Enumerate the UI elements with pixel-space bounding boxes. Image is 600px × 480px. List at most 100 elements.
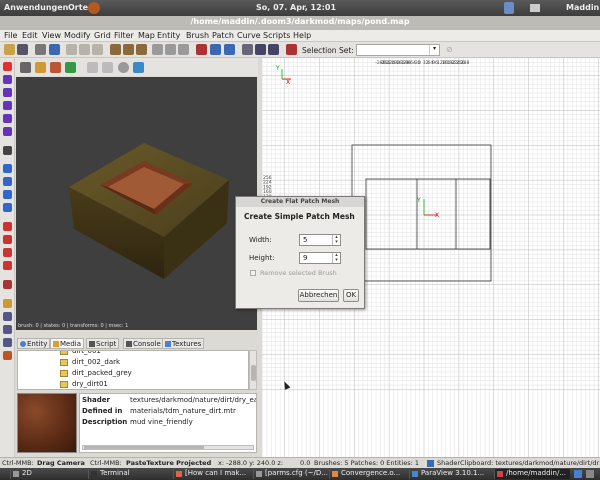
tab-textures[interactable]: Textures — [162, 338, 205, 349]
render-lighting-icon[interactable] — [65, 62, 76, 73]
tool-icon-16[interactable] — [3, 280, 12, 289]
tool-icon-17[interactable] — [3, 299, 12, 308]
tool-icon-13[interactable] — [3, 235, 12, 244]
select-touching-icon[interactable] — [224, 44, 235, 55]
menu-grid[interactable]: Grid — [94, 31, 111, 40]
trash-icon[interactable] — [586, 470, 594, 478]
stop-icon[interactable] — [102, 62, 113, 73]
dialog-title[interactable]: Create Flat Patch Mesh — [236, 197, 364, 207]
tool-icon-20[interactable] — [3, 338, 12, 347]
task-browser[interactable]: [How can I mak... — [173, 469, 253, 479]
cubic-clip-icon[interactable] — [133, 62, 144, 73]
drag-mode-icon[interactable] — [242, 44, 253, 55]
tab-entity[interactable]: Entity — [17, 338, 51, 349]
workspace-icon[interactable] — [574, 470, 582, 478]
far-clip-icon[interactable] — [118, 62, 129, 73]
tool-icon-4[interactable] — [3, 101, 12, 110]
camera-view[interactable]: brush: 0 | states: 0 | transforms: 0 | m… — [16, 77, 257, 330]
info-scroll-thumb[interactable] — [84, 446, 204, 449]
list-item[interactable]: dirt_001 — [60, 351, 101, 357]
clipper-icon[interactable] — [196, 44, 207, 55]
menu-filter[interactable]: Filter — [114, 31, 134, 40]
tool-icon-9[interactable] — [3, 177, 12, 186]
applications-menu[interactable]: Anwendungen — [4, 3, 68, 12]
tab-script[interactable]: Script — [86, 338, 120, 349]
csg-subtract-icon[interactable] — [152, 44, 163, 55]
task-terminal[interactable]: Terminal — [88, 469, 174, 479]
menu-modify[interactable]: Modify — [64, 31, 91, 40]
save-icon[interactable] — [17, 44, 28, 55]
places-menu[interactable]: Orte — [68, 3, 88, 12]
spin-arrows-icon[interactable]: ▴ ▾ — [332, 235, 340, 245]
delete-selection-set-icon[interactable]: ⊘ — [446, 45, 454, 54]
menu-view[interactable]: View — [42, 31, 61, 40]
hollow-icon[interactable] — [178, 44, 189, 55]
tool-icon-14[interactable] — [3, 248, 12, 257]
task-paraview[interactable]: ParaView 3.10.1... — [409, 469, 493, 479]
menu-edit[interactable]: Edit — [22, 31, 38, 40]
tool-icon-3[interactable] — [3, 88, 12, 97]
menu-scripts[interactable]: Scripts — [263, 31, 290, 40]
csg-merge-icon[interactable] — [165, 44, 176, 55]
task-2d[interactable]: 2D — [10, 469, 90, 479]
cancel-button[interactable]: Abbrechen — [298, 289, 339, 302]
tab-media[interactable]: Media — [50, 338, 85, 349]
rotate-z-icon[interactable] — [136, 44, 147, 55]
ok-button[interactable]: OK — [343, 289, 359, 302]
menu-entity[interactable]: Entity — [157, 31, 180, 40]
tool-icon-2[interactable] — [3, 75, 12, 84]
rotate-mode-icon[interactable] — [255, 44, 266, 55]
remove-brush-checkbox[interactable] — [250, 270, 256, 276]
select-inside-icon[interactable] — [210, 44, 221, 55]
tool-icon-15[interactable] — [3, 261, 12, 270]
texture-lock-icon[interactable] — [286, 44, 297, 55]
create-patch-dialog[interactable]: Create Flat Patch Mesh Create Simple Pat… — [235, 196, 365, 309]
shield-icon[interactable] — [504, 2, 514, 14]
spin-arrows-icon[interactable]: ▴ ▾ — [332, 253, 340, 263]
tool-icon-12[interactable] — [3, 222, 12, 231]
info-scrollbar[interactable] — [82, 445, 254, 450]
tool-icon-11[interactable] — [3, 203, 12, 212]
task-darkradiant[interactable]: /home/maddin/... — [494, 469, 570, 479]
tool-icon-18[interactable] — [3, 312, 12, 321]
height-spinner[interactable]: 9 ▴ ▾ — [299, 252, 341, 264]
tool-icon-10[interactable] — [3, 190, 12, 199]
view-icon[interactable] — [49, 44, 60, 55]
chevron-down-icon[interactable]: ▾ — [429, 45, 439, 55]
flip-y-icon[interactable] — [79, 44, 90, 55]
tool-icon-19[interactable] — [3, 325, 12, 334]
list-item[interactable]: dirt_packed_grey — [60, 369, 132, 379]
flip-x-icon[interactable] — [66, 44, 77, 55]
scale-mode-icon[interactable] — [268, 44, 279, 55]
clock[interactable]: So, 07. Apr, 12:01 — [256, 3, 336, 12]
tab-console[interactable]: Console — [123, 338, 164, 349]
list-item[interactable]: dry_dirt01 — [60, 380, 108, 389]
camera-icon[interactable] — [35, 44, 46, 55]
scroll-thumb[interactable] — [251, 365, 256, 381]
menu-map[interactable]: Map — [138, 31, 155, 40]
menu-patch[interactable]: Patch — [212, 31, 234, 40]
flip-z-icon[interactable] — [92, 44, 103, 55]
selection-set-combo[interactable]: ▾ — [356, 44, 440, 56]
rotate-y-icon[interactable] — [123, 44, 134, 55]
tool-icon-6[interactable] — [3, 127, 12, 136]
tool-icon-7[interactable] — [3, 146, 12, 155]
render-flat-icon[interactable] — [35, 62, 46, 73]
tool-icon-21[interactable] — [3, 351, 12, 360]
menu-curve[interactable]: Curve — [237, 31, 261, 40]
media-list-scrollbar[interactable] — [249, 350, 257, 390]
open-icon[interactable] — [4, 44, 15, 55]
task-convergence[interactable]: Convergence.o... — [329, 469, 407, 479]
render-wireframe-icon[interactable] — [20, 62, 31, 73]
tool-icon-8[interactable] — [3, 164, 12, 173]
menu-file[interactable]: File — [4, 31, 17, 40]
network-icon[interactable] — [530, 4, 540, 12]
render-textured-icon[interactable] — [50, 62, 61, 73]
rotate-x-icon[interactable] — [110, 44, 121, 55]
task-editor[interactable]: [parms.cfg (~/D... — [253, 469, 329, 479]
rotate-tool-icon[interactable] — [3, 62, 12, 71]
width-spinner[interactable]: 5 ▴ ▾ — [299, 234, 341, 246]
play-icon[interactable] — [87, 62, 98, 73]
user-name[interactable]: Maddin — [566, 3, 599, 12]
media-tree[interactable]: dirt_001 dirt_002_dark dirt_packed_grey … — [17, 350, 249, 390]
